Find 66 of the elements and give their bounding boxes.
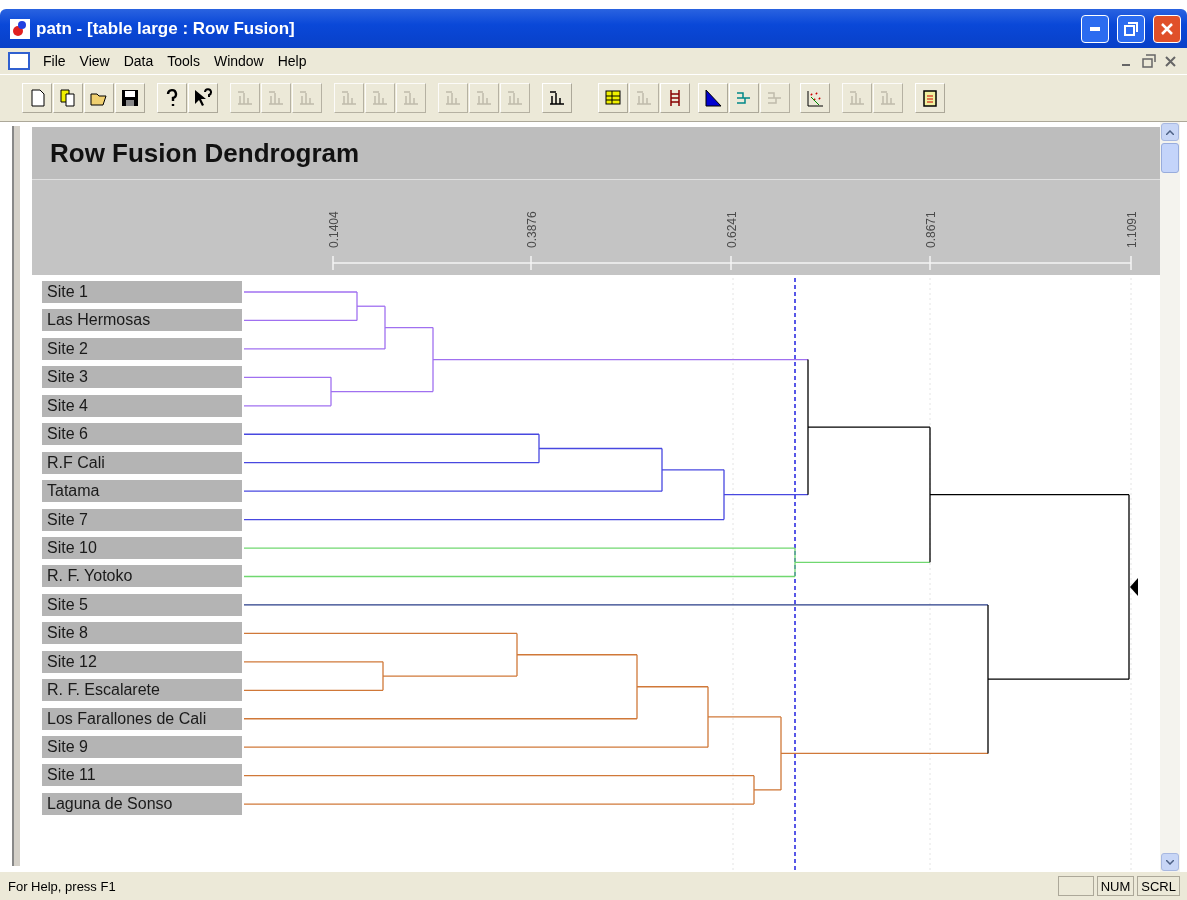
scroll-thumb[interactable] bbox=[1161, 143, 1179, 173]
context-help-icon bbox=[193, 88, 213, 108]
close-icon bbox=[1160, 21, 1174, 36]
minimize-button[interactable] bbox=[1081, 14, 1109, 43]
document-icon bbox=[8, 52, 30, 70]
row-label: Site 7 bbox=[42, 508, 242, 531]
restore-icon[interactable] bbox=[1141, 54, 1157, 68]
triangle-icon bbox=[703, 88, 723, 108]
toolbar-button[interactable] bbox=[915, 83, 945, 113]
row-label: Site 2 bbox=[42, 337, 242, 360]
minimize-icon bbox=[1090, 26, 1100, 31]
row-label: R. F. Escalarete bbox=[42, 679, 242, 702]
restore-icon bbox=[1124, 21, 1138, 36]
menu-item[interactable]: Tools bbox=[160, 53, 207, 69]
axis-label: 1.1091 bbox=[1125, 211, 1139, 248]
menu-item[interactable]: View bbox=[72, 53, 117, 69]
row-label: Site 5 bbox=[42, 593, 242, 616]
toolbar-button[interactable] bbox=[115, 83, 145, 113]
window-title: patn - [table large : Row Fusion] bbox=[36, 18, 296, 39]
status-indicator: NUM bbox=[1096, 876, 1135, 896]
scatter-icon bbox=[805, 88, 825, 108]
row-label: R. F. Yotoko bbox=[42, 565, 242, 588]
axis-label: 0.3876 bbox=[525, 211, 539, 248]
status-panel bbox=[1057, 876, 1094, 896]
menu-item[interactable]: Help bbox=[270, 53, 314, 69]
toolbar-button[interactable] bbox=[660, 83, 690, 113]
restore-button[interactable] bbox=[1117, 14, 1145, 43]
row-label: Site 11 bbox=[42, 764, 242, 787]
toolbar-button[interactable] bbox=[542, 83, 572, 113]
toolbar-button[interactable] bbox=[157, 83, 187, 113]
row-label: Site 12 bbox=[42, 650, 242, 673]
menu-item[interactable]: Data bbox=[116, 53, 161, 69]
scroll-down-button[interactable] bbox=[1161, 853, 1179, 871]
status-text: For Help, press F1 bbox=[8, 878, 117, 894]
row-label: Site 1 bbox=[42, 281, 242, 303]
axis-label: 0.6241 bbox=[725, 211, 739, 248]
close-icon[interactable] bbox=[1163, 54, 1179, 68]
close-button[interactable] bbox=[1153, 14, 1181, 43]
toolbar-button[interactable] bbox=[188, 83, 218, 113]
row-label: Site 6 bbox=[42, 423, 242, 446]
row-label: Los Farallones de Cali bbox=[42, 707, 242, 730]
row-label: Site 3 bbox=[42, 366, 242, 389]
row-label: Site 9 bbox=[42, 736, 242, 758]
row-label: Laguna de Sonso bbox=[42, 792, 242, 815]
row-label: Las Hermosas bbox=[42, 309, 242, 332]
row-label: Site 10 bbox=[42, 536, 242, 559]
toolbar-button[interactable] bbox=[598, 83, 628, 113]
row-label: Site 4 bbox=[42, 394, 242, 417]
scroll-up-button[interactable] bbox=[1161, 123, 1179, 141]
axis-label: 0.1404 bbox=[327, 211, 341, 248]
axis-label: 0.8671 bbox=[924, 211, 938, 248]
clipboard-icon bbox=[920, 88, 940, 108]
copy-icon bbox=[58, 88, 78, 108]
bar-chart-icon bbox=[266, 88, 286, 108]
row-label: R.F Cali bbox=[42, 451, 242, 474]
table-icon bbox=[603, 88, 623, 108]
menu-item[interactable]: Window bbox=[206, 53, 271, 69]
app-icon bbox=[10, 18, 30, 39]
menu-item[interactable]: File bbox=[36, 53, 73, 69]
toolbar-button[interactable] bbox=[698, 83, 728, 113]
status-indicator: SCRL bbox=[1137, 876, 1180, 896]
row-label: Tatama bbox=[42, 480, 242, 503]
save-icon bbox=[120, 88, 140, 108]
row-label: Site 8 bbox=[42, 622, 242, 645]
bar-chart-icon bbox=[235, 88, 255, 108]
chart-title: Row Fusion Dendrogram bbox=[50, 137, 360, 169]
